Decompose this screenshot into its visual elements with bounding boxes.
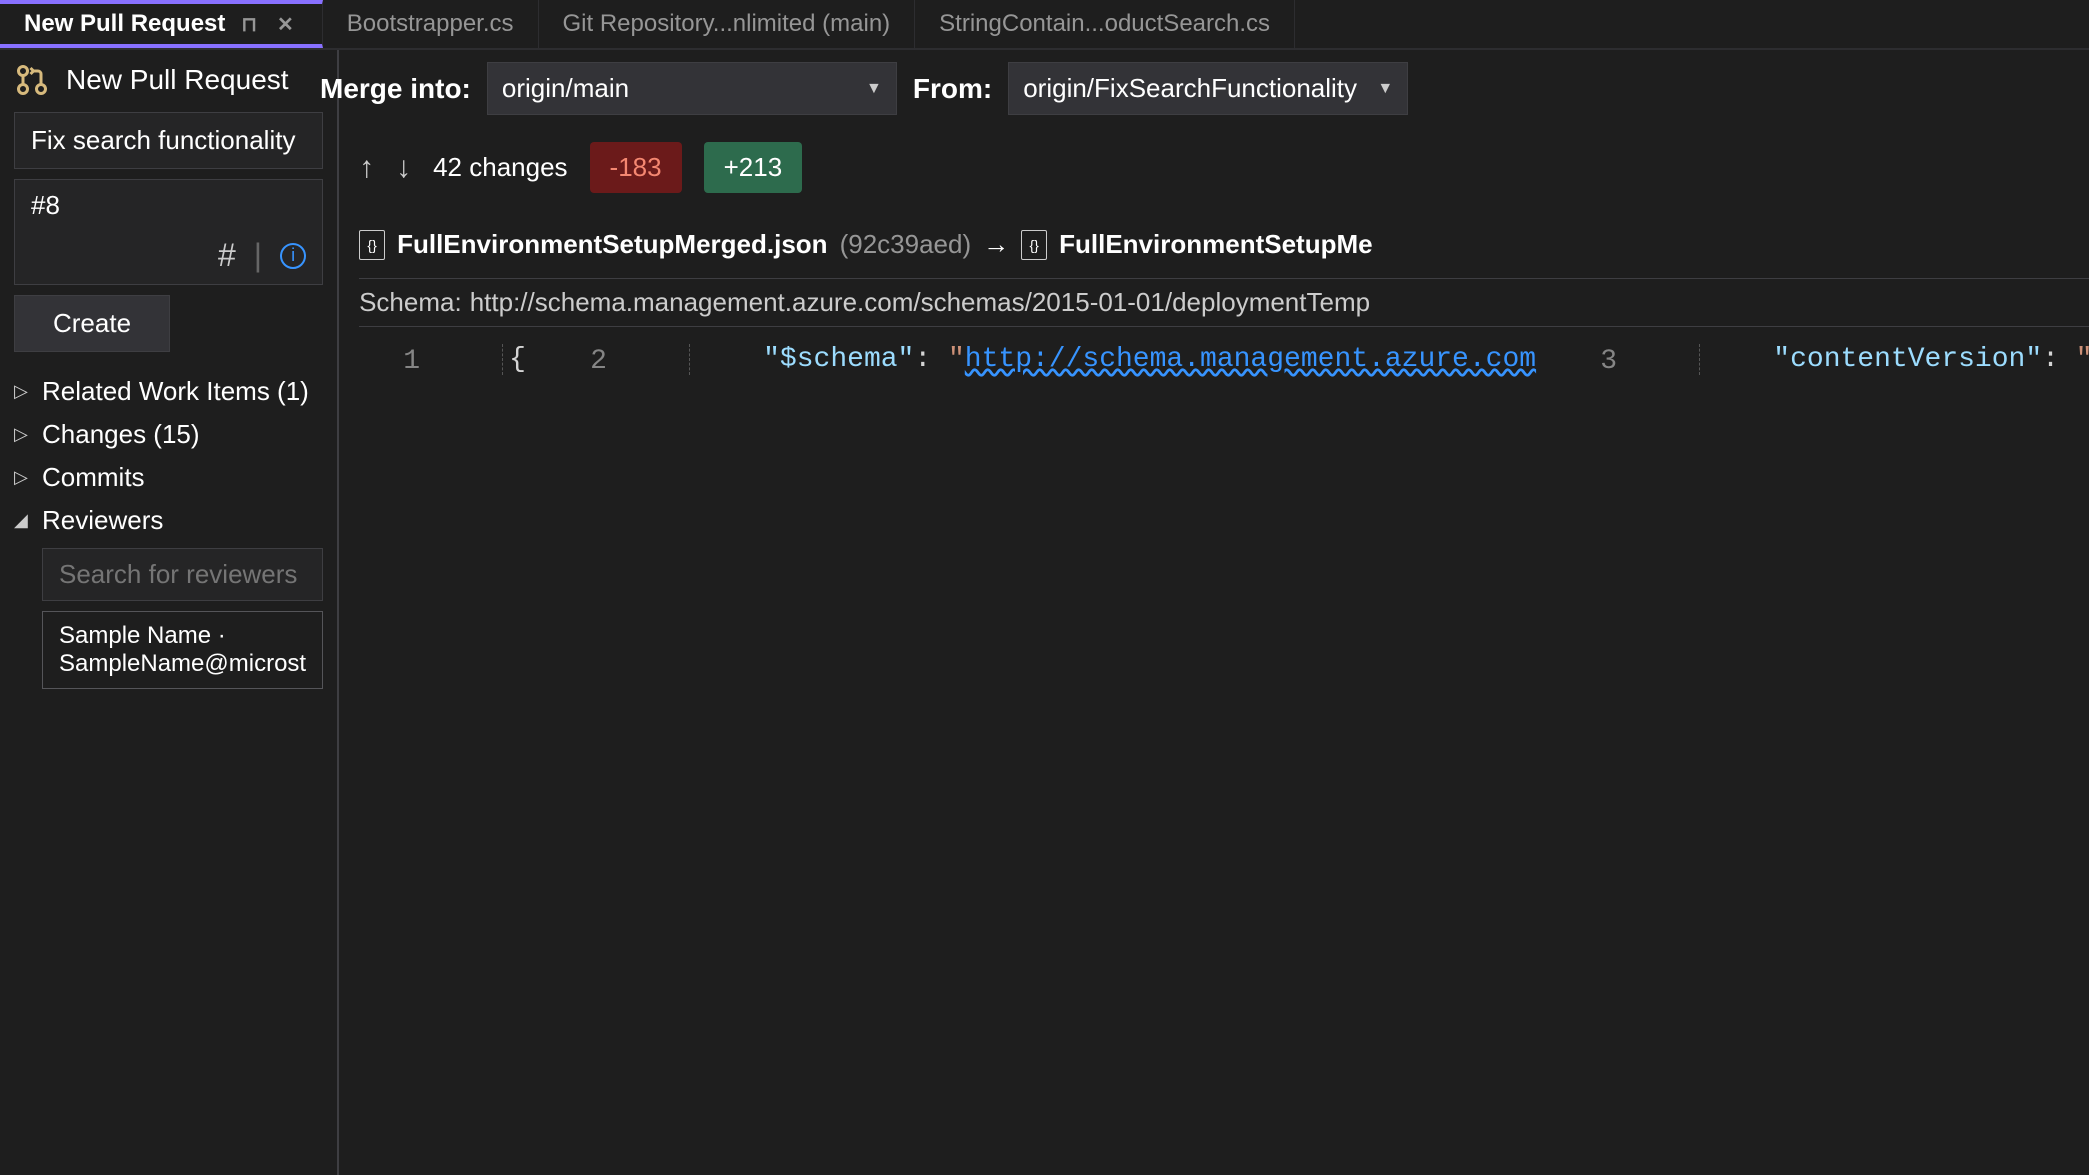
reviewer-item[interactable]: Sample Name · SampleName@microst xyxy=(42,611,323,689)
additions-badge: +213 xyxy=(704,142,803,193)
indent-guide xyxy=(689,341,696,1175)
sidebar-title: New Pull Request xyxy=(66,64,289,96)
dropdown-value: origin/FixSearchFunctionality xyxy=(1023,73,1357,104)
merge-into-label: Merge into: xyxy=(320,73,471,105)
code-text[interactable]: "$schema": "http://schema.management.azu… xyxy=(696,341,1536,1175)
json-file-icon: {} xyxy=(1021,230,1047,260)
tab-label: Git Repository...nlimited (main) xyxy=(563,10,891,38)
schema-label: Schema: xyxy=(359,287,470,318)
pr-description-box[interactable]: #8 # | i xyxy=(14,179,323,285)
tree-commits[interactable]: ▷ Commits xyxy=(14,456,323,499)
chevron-right-icon: ▷ xyxy=(14,424,32,445)
pr-description-text[interactable]: #8 xyxy=(15,180,322,231)
tab-label: New Pull Request xyxy=(24,10,225,38)
lightbulb-icon xyxy=(621,341,659,1175)
tab-new-pull-request[interactable]: New Pull Request ⊓ ✕ xyxy=(0,0,323,48)
code-text[interactable]: "contentVersion": "1.0.0.0", xyxy=(1706,341,2089,1175)
from-dropdown[interactable]: origin/FixSearchFunctionality ▼ xyxy=(1008,62,1408,115)
changes-count: 42 changes xyxy=(433,152,567,183)
reviewer-search-input[interactable] xyxy=(42,548,323,601)
sidebar: New Pull Request #8 # | i Create ▷ Relat… xyxy=(0,50,339,1175)
code-text[interactable]: { xyxy=(509,341,526,1175)
diff-marker xyxy=(1669,341,1699,1175)
file-left-name: FullEnvironmentSetupMerged.json xyxy=(397,229,827,260)
tab-git-repository[interactable]: Git Repository...nlimited (main) xyxy=(539,0,916,48)
chevron-down-icon: ▼ xyxy=(1377,80,1393,98)
line-number: 1 xyxy=(339,341,434,1175)
indent-guide xyxy=(1699,341,1706,1175)
diff-marker xyxy=(472,341,502,1175)
indent-guide xyxy=(502,341,509,1175)
deletions-badge: -183 xyxy=(590,142,682,193)
arrow-up-icon[interactable]: ↑ xyxy=(359,151,374,185)
tree-label: Changes (15) xyxy=(42,419,200,450)
from-label: From: xyxy=(913,73,992,105)
tree-label: Reviewers xyxy=(42,505,163,536)
lightbulb-icon xyxy=(1631,341,1669,1175)
code-line[interactable]: 3 "contentVersion": "1.0.0.0", xyxy=(1536,341,2089,1175)
pin-icon[interactable]: ⊓ xyxy=(237,10,261,39)
chevron-down-icon: ◢ xyxy=(14,510,32,531)
tree-label: Commits xyxy=(42,462,145,493)
chevron-right-icon: ▷ xyxy=(14,381,32,402)
line-number: 2 xyxy=(526,341,621,1175)
schema-value: http://schema.management.azure.com/schem… xyxy=(470,287,1370,318)
pr-title-input[interactable] xyxy=(14,112,323,169)
tab-label: Bootstrapper.cs xyxy=(347,10,514,38)
close-icon[interactable]: ✕ xyxy=(273,10,298,39)
tab-bar: New Pull Request ⊓ ✕ Bootstrapper.cs Git… xyxy=(0,0,2089,50)
json-file-icon: {} xyxy=(359,230,385,260)
tree-reviewers[interactable]: ◢ Reviewers xyxy=(14,499,323,542)
dropdown-value: origin/main xyxy=(502,73,629,104)
tree-related-work-items[interactable]: ▷ Related Work Items (1) xyxy=(14,370,323,413)
code-line[interactable]: 2 "$schema": "http://schema.management.a… xyxy=(526,341,1536,1175)
diff-marker xyxy=(659,341,689,1175)
main-panel: Merge into: origin/main ▼ From: origin/F… xyxy=(339,50,2089,1175)
pull-request-icon xyxy=(14,62,50,98)
divider: | xyxy=(254,237,262,274)
tab-string-contain[interactable]: StringContain...oductSearch.cs xyxy=(915,0,1295,48)
arrow-down-icon[interactable]: ↓ xyxy=(396,151,411,185)
code-diff-area[interactable]: 1{2 "$schema": "http://schema.management… xyxy=(339,341,2089,1175)
file-left-rev: (92c39aed) xyxy=(840,229,972,260)
chevron-right-icon: ▷ xyxy=(14,467,32,488)
info-icon[interactable]: i xyxy=(280,243,306,269)
code-line[interactable]: 1{ xyxy=(339,341,526,1175)
merge-into-dropdown[interactable]: origin/main ▼ xyxy=(487,62,897,115)
create-button[interactable]: Create xyxy=(14,295,170,352)
file-right-name: FullEnvironmentSetupMe xyxy=(1059,229,1372,260)
lightbulb-icon xyxy=(434,341,472,1175)
line-number: 3 xyxy=(1536,341,1631,1175)
tab-label: StringContain...oductSearch.cs xyxy=(939,10,1270,38)
hash-icon[interactable]: # xyxy=(218,237,236,274)
tree-label: Related Work Items (1) xyxy=(42,376,309,407)
chevron-down-icon: ▼ xyxy=(866,80,882,98)
arrow-right-icon: → xyxy=(983,229,1009,260)
tree-changes[interactable]: ▷ Changes (15) xyxy=(14,413,323,456)
tab-bootstrapper[interactable]: Bootstrapper.cs xyxy=(323,0,539,48)
